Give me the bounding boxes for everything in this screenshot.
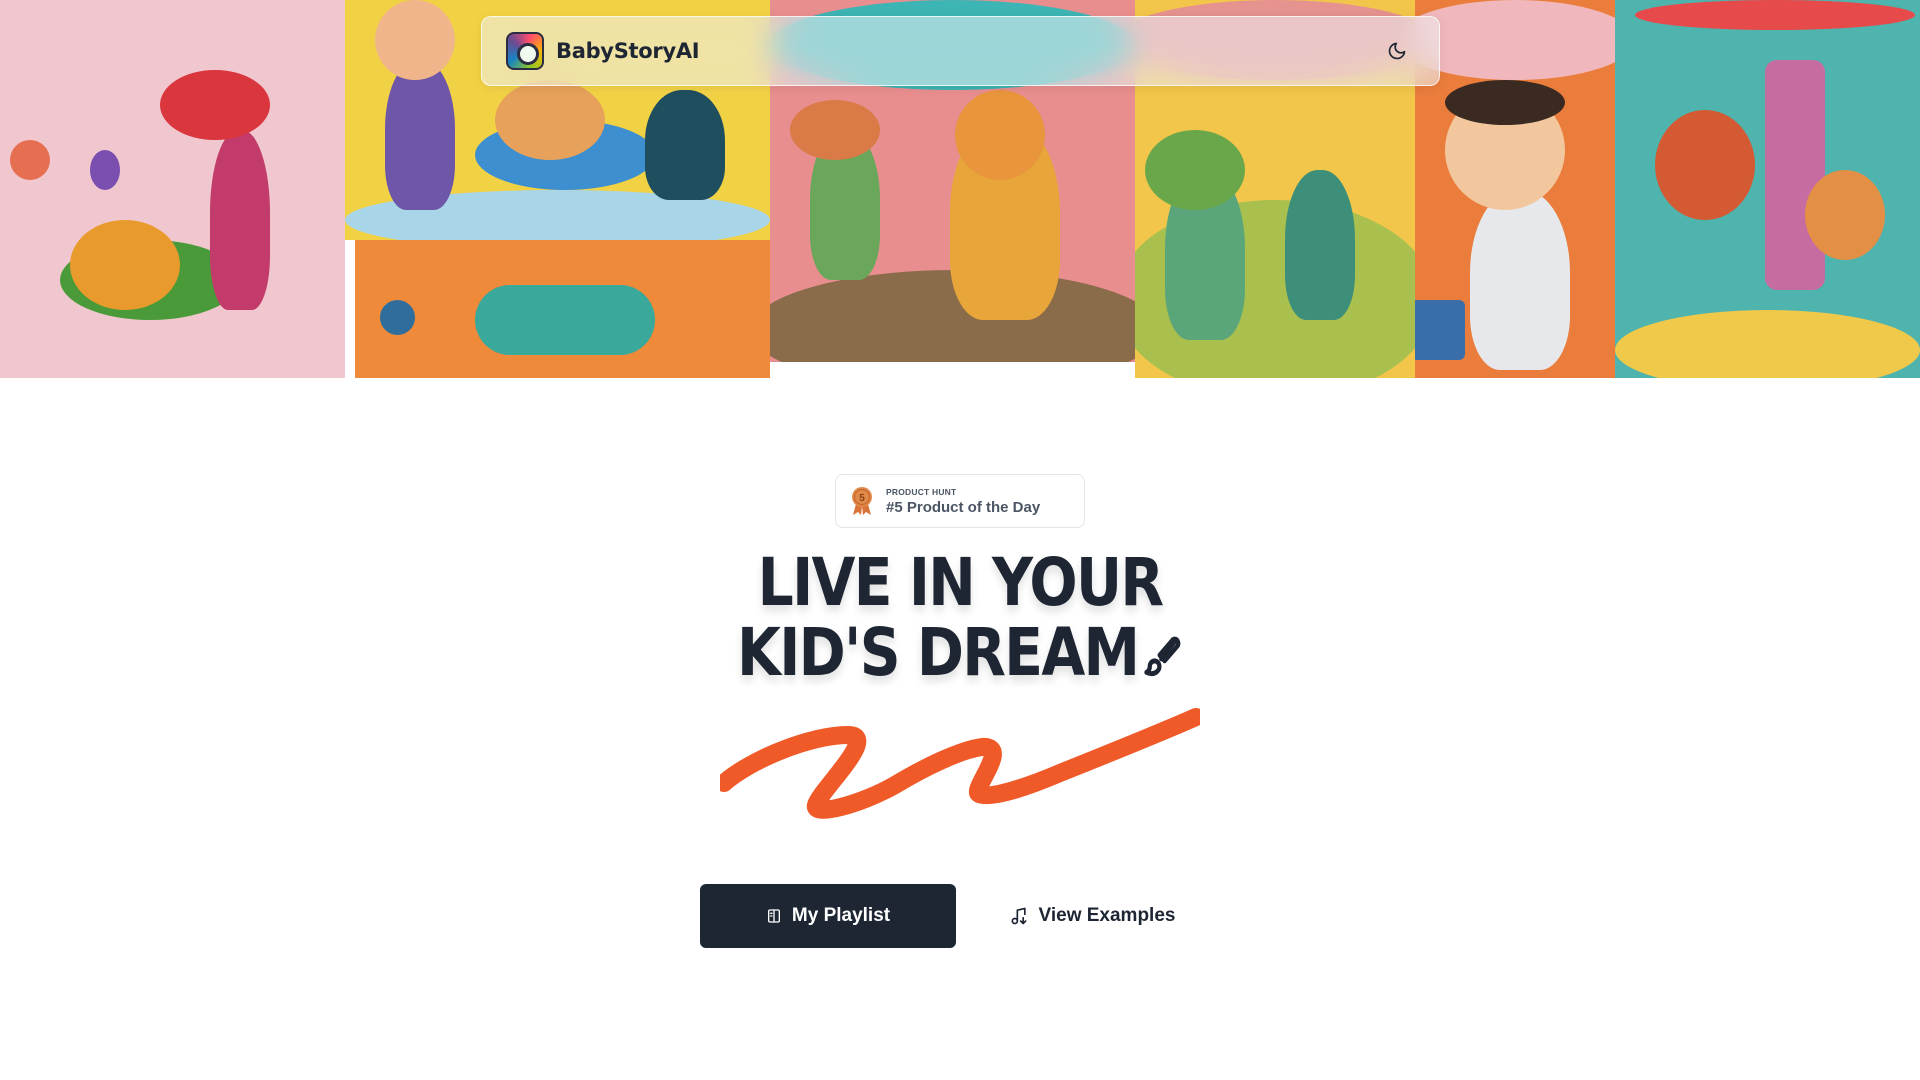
medal-number: 5: [859, 493, 865, 504]
collage-tile: [1615, 0, 1920, 378]
rainbow-app-logo-icon[interactable]: [506, 32, 544, 70]
my-playlist-button[interactable]: My Playlist: [700, 884, 956, 948]
book-icon: [767, 909, 780, 923]
badge-title: #5 Product of the Day: [886, 498, 1041, 516]
collage-tile: [355, 240, 770, 378]
headline-line-2: kid's dream: [736, 614, 1140, 691]
top-navbar: BabyStoryAI: [481, 16, 1440, 86]
music-icon: [1011, 907, 1027, 925]
orange-squiggle-decoration: [720, 708, 1200, 819]
hero-headline: Live in your kid's dream: [702, 548, 1218, 688]
view-examples-label: View Examples: [1038, 905, 1176, 926]
view-examples-button[interactable]: View Examples: [992, 884, 1192, 948]
paintbrush-icon: [1144, 636, 1181, 677]
badge-kicker: PRODUCT HUNT: [886, 486, 957, 497]
my-playlist-label: My Playlist: [791, 905, 891, 926]
collage-tile: [1415, 0, 1615, 378]
award-medal-icon: 5: [852, 487, 872, 515]
headline-line-2-wrap: kid's dream: [702, 618, 1218, 688]
product-hunt-badge[interactable]: 5 PRODUCT HUNT #5 Product of the Day: [835, 474, 1085, 528]
headline-line-1: Live in your: [757, 544, 1164, 621]
moon-icon: [1388, 42, 1406, 60]
badge-text: PRODUCT HUNT #5 Product of the Day: [886, 487, 1040, 516]
collage-tile: [0, 0, 345, 378]
brand-name[interactable]: BabyStoryAI: [556, 39, 700, 63]
theme-toggle-button[interactable]: [1379, 33, 1415, 69]
